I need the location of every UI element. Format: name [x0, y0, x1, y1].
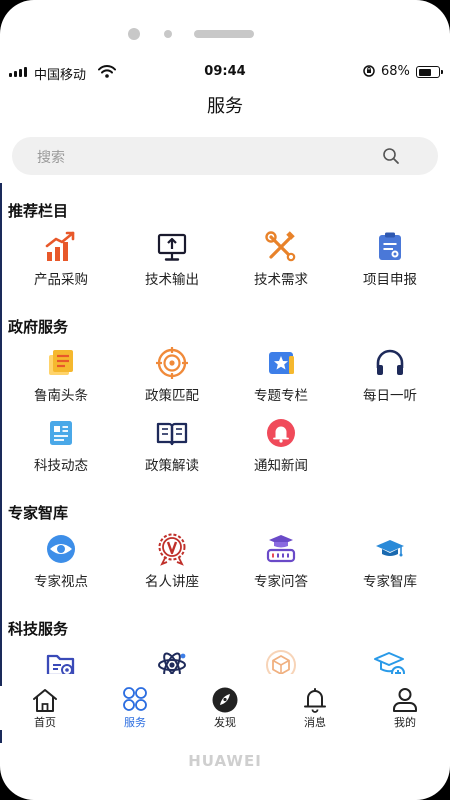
home-icon	[33, 689, 57, 712]
tab-label: 发现	[214, 716, 236, 729]
tab-discover[interactable]: 发现	[180, 686, 270, 730]
target-icon	[156, 347, 188, 379]
open-book-icon	[156, 422, 188, 446]
item-label: 专题专栏	[254, 388, 308, 404]
tools-icon	[265, 231, 296, 262]
compass-icon	[212, 687, 238, 713]
item-policy-matching[interactable]: 政策匹配	[117, 346, 227, 406]
folder-gear-icon	[46, 654, 75, 674]
item-label: 政策匹配	[145, 388, 199, 404]
item-label: 技术需求	[254, 272, 308, 288]
item-label: 专家视点	[34, 574, 88, 590]
item-tech-service-2[interactable]	[117, 648, 227, 674]
atom-icon	[158, 652, 186, 674]
item-label: 鲁南头条	[34, 388, 88, 404]
rotation-lock-icon	[363, 65, 375, 77]
eye-icon	[47, 535, 75, 563]
section-title-tech-services: 科技服务	[8, 620, 69, 638]
item-product-procurement[interactable]: 产品采购	[6, 230, 116, 290]
clover-grid-icon	[123, 687, 147, 711]
tab-messages[interactable]: 消息	[270, 686, 360, 730]
item-notice-news[interactable]: 通知新闻	[226, 416, 336, 476]
section-title-government: 政府服务	[8, 318, 69, 336]
item-expert-qa[interactable]: 专家问答	[226, 532, 336, 592]
item-expert-viewpoint[interactable]: 专家视点	[6, 532, 116, 592]
section-title-expert-pool: 专家智库	[8, 504, 69, 522]
bottom-tab-bar: 首页 服务 发现 消息 我的	[0, 686, 450, 730]
page-title: 服务	[207, 96, 243, 117]
graduation-plus-icon	[374, 652, 405, 674]
item-expert-think-tank[interactable]: 专家智库	[335, 532, 445, 592]
service-list: 推荐栏目 产品采购 技术输出 技术需求 项目申报 政府服务 鲁南头条 政策匹配 …	[0, 196, 450, 674]
tab-label: 首页	[34, 716, 56, 729]
status-bar: 中国移动 09:44 68%	[0, 62, 450, 83]
item-daily-listen[interactable]: 每日一听	[335, 346, 445, 406]
tab-label: 消息	[304, 716, 326, 729]
item-tech-service-3[interactable]	[226, 648, 336, 674]
item-label: 通知新闻	[254, 458, 308, 474]
device-brand-logo: HUAWEI	[188, 752, 262, 770]
laurel-badge-icon	[158, 533, 186, 566]
section-title-recommended: 推荐栏目	[8, 202, 69, 220]
battery-percent: 68%	[381, 64, 410, 79]
item-label: 项目申报	[363, 272, 417, 288]
search-icon[interactable]	[382, 147, 400, 165]
sensor-dot	[164, 30, 172, 38]
tab-services[interactable]: 服务	[90, 686, 180, 730]
tab-label: 服务	[124, 716, 146, 729]
user-icon	[393, 688, 417, 712]
camera-dot	[128, 28, 140, 40]
monitor-upload-icon	[157, 233, 187, 261]
item-label: 专家智库	[363, 574, 417, 590]
item-label: 政策解读	[145, 458, 199, 474]
item-label: 产品采购	[34, 272, 88, 288]
item-tech-output[interactable]: 技术输出	[117, 230, 227, 290]
item-tech-demand[interactable]: 技术需求	[226, 230, 336, 290]
notification-bell-icon	[267, 419, 295, 447]
earpiece	[0, 26, 450, 40]
battery-fill	[418, 68, 431, 76]
star-bookmark-icon	[269, 352, 294, 374]
item-project-declaration[interactable]: 项目申报	[335, 230, 445, 290]
item-policy-interpretation[interactable]: 政策解读	[117, 416, 227, 476]
item-label: 每日一听	[363, 388, 417, 404]
news-card-icon	[49, 350, 73, 375]
item-label: 名人讲座	[145, 574, 199, 590]
item-label: 专家问答	[254, 574, 308, 590]
search-bar[interactable]: 搜索	[12, 137, 438, 175]
tab-home[interactable]: 首页	[0, 686, 90, 730]
item-celebrity-lecture[interactable]: 名人讲座	[117, 532, 227, 592]
item-special-column[interactable]: 专题专栏	[226, 346, 336, 406]
item-label: 科技动态	[34, 458, 88, 474]
bulletin-icon	[50, 421, 72, 445]
document-clip-icon	[379, 232, 401, 260]
phone-screen: 中国移动 09:44 68% 服务 搜索 推荐栏目 产品采购 技术输出 技术需求…	[0, 0, 450, 800]
battery-icon	[416, 66, 443, 78]
graduate-bar-icon	[266, 535, 296, 563]
tab-profile[interactable]: 我的	[360, 686, 450, 730]
item-lunan-headlines[interactable]: 鲁南头条	[6, 346, 116, 406]
rising-bar-chart-icon	[45, 231, 75, 261]
bell-icon	[304, 688, 326, 713]
item-label: 技术输出	[145, 272, 199, 288]
mortarboard-icon	[376, 540, 404, 557]
headphones-icon	[376, 349, 404, 375]
speaker-grille	[194, 30, 254, 38]
package-icon	[266, 650, 296, 674]
item-tech-service-1[interactable]	[6, 648, 116, 674]
tab-label: 我的	[394, 716, 416, 729]
item-tech-news[interactable]: 科技动态	[6, 416, 116, 476]
item-tech-service-4[interactable]	[335, 648, 445, 674]
search-input[interactable]: 搜索	[37, 147, 65, 167]
